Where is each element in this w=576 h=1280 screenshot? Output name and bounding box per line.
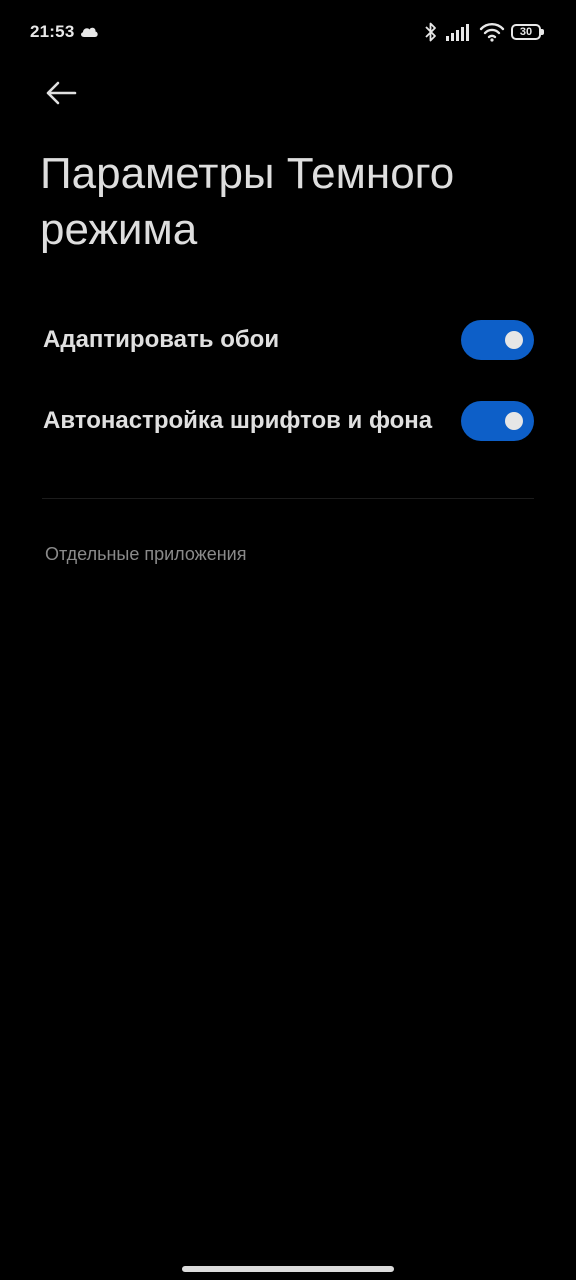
setting-label: Автонастройка шрифтов и фона <box>43 407 433 434</box>
auto-fonts-background-toggle[interactable] <box>461 401 534 441</box>
back-arrow-icon <box>46 81 77 105</box>
cloud-icon <box>81 27 98 37</box>
toggle-knob <box>505 331 523 349</box>
section-header-individual-apps: Отдельные приложения <box>45 544 247 564</box>
battery-icon: 30 <box>511 24 544 40</box>
wifi-icon <box>479 23 505 42</box>
setting-label: Адаптировать обои <box>43 326 280 353</box>
divider <box>42 498 534 499</box>
setting-row-auto-fonts-background[interactable]: Автонастройка шрифтов и фона <box>0 386 576 456</box>
back-button[interactable] <box>36 70 86 116</box>
status-time: 21:53 <box>30 22 75 41</box>
home-indicator[interactable] <box>182 1266 394 1272</box>
page-title: Параметры Темного режима <box>40 149 455 254</box>
setting-row-adapt-wallpaper[interactable]: Адаптировать обои <box>0 305 576 375</box>
bluetooth-icon <box>425 22 436 42</box>
status-bar: 21:53 30 <box>0 0 576 64</box>
toggle-knob <box>505 412 523 430</box>
signal-icon <box>446 24 469 41</box>
adapt-wallpaper-toggle[interactable] <box>461 320 534 360</box>
